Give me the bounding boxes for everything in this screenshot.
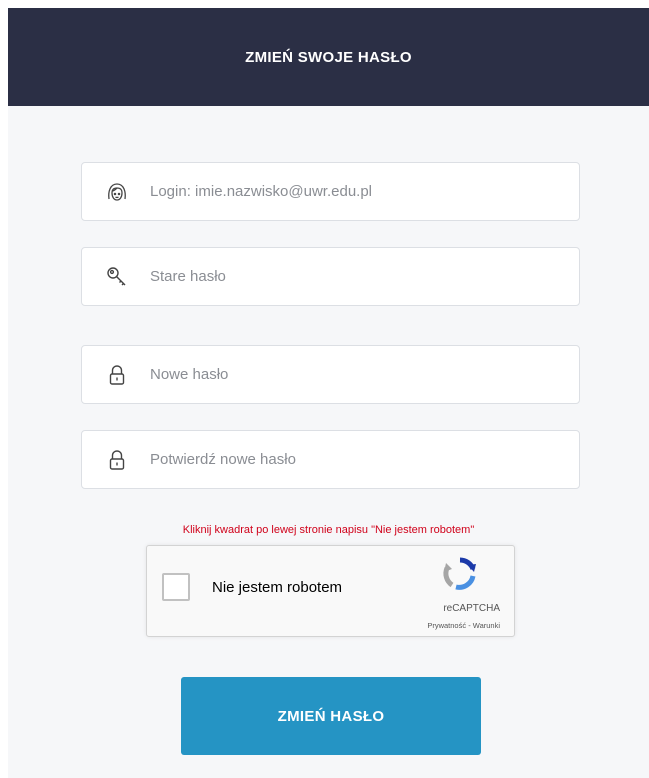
captcha-label: Nie jestem robotem [212, 579, 343, 596]
login-input[interactable] [150, 183, 579, 200]
old-password-input[interactable] [150, 268, 579, 285]
login-field[interactable] [81, 162, 580, 221]
recaptcha-brand: reCAPTCHA [443, 603, 500, 614]
change-password-button[interactable]: ZMIEŃ HASŁO [181, 677, 481, 755]
recaptcha-links[interactable]: Prywatność - Warunki [427, 621, 500, 630]
padlock-icon [105, 363, 129, 387]
captcha-checkbox[interactable] [162, 573, 190, 601]
header-bar: ZMIEŃ SWOJE HASŁO [8, 8, 649, 106]
old-password-field[interactable] [81, 247, 580, 306]
change-password-panel: ZMIEŃ SWOJE HASŁO Login: imie.nazwisko@u… [8, 8, 649, 778]
recaptcha-widget: Nie jestem robotem reCAPTCHA Prywatność … [146, 545, 515, 637]
padlock-icon [105, 448, 129, 472]
new-password-field[interactable] [81, 345, 580, 404]
recaptcha-logo-icon [442, 556, 478, 592]
captcha-hint: Kliknij kwadrat po lewej stronie napisu … [182, 524, 475, 536]
confirm-password-input[interactable] [150, 451, 579, 468]
page-title: ZMIEŃ SWOJE HASŁO [245, 48, 412, 66]
user-face-icon [105, 180, 129, 204]
new-password-input[interactable] [150, 366, 579, 383]
confirm-password-field[interactable] [81, 430, 580, 489]
key-icon [105, 265, 129, 289]
